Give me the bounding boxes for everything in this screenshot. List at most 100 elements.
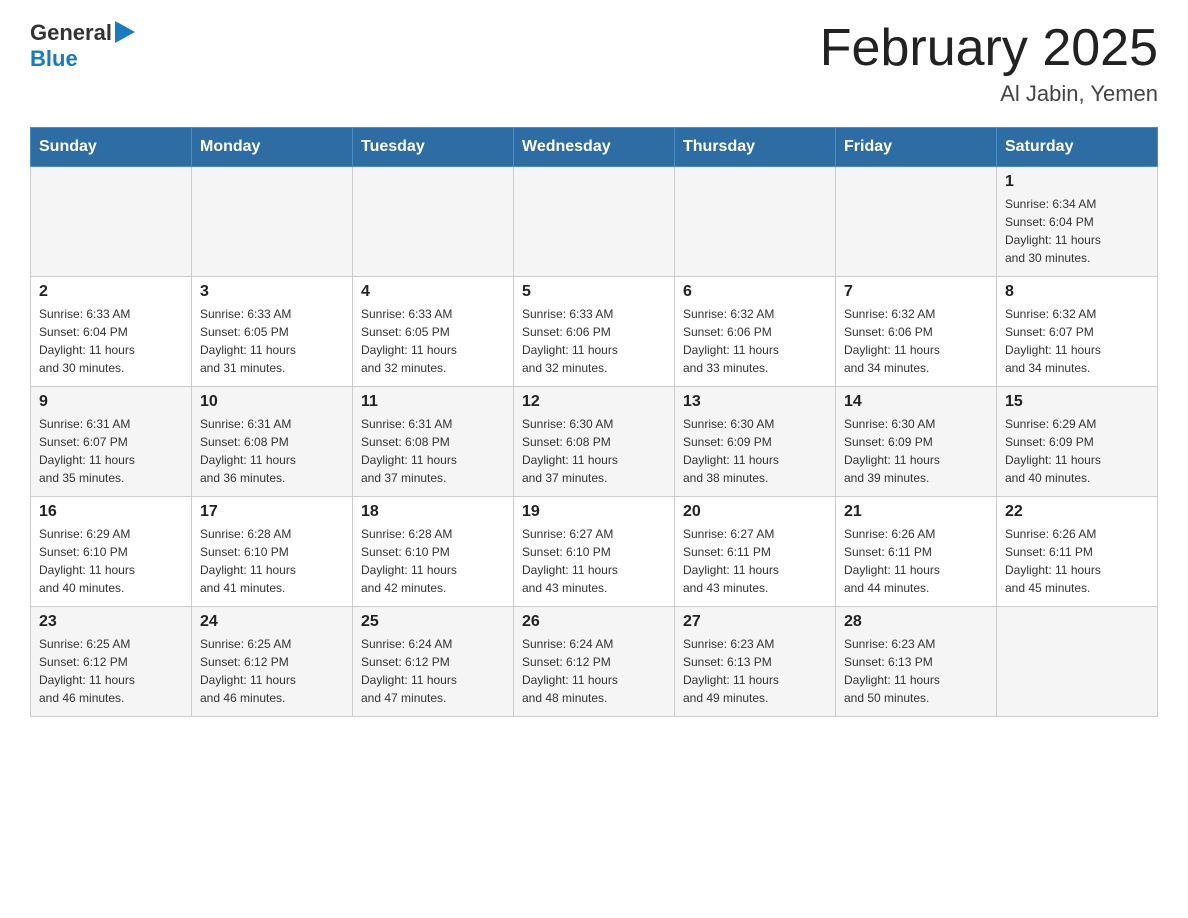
calendar-day-cell xyxy=(31,167,192,277)
calendar-day-cell: 28Sunrise: 6:23 AMSunset: 6:13 PMDayligh… xyxy=(836,607,997,717)
calendar-day-cell: 26Sunrise: 6:24 AMSunset: 6:12 PMDayligh… xyxy=(514,607,675,717)
calendar-day-cell: 20 Sunrise: 6:27 AMSunset: 6:11 PMDayligh… xyxy=(675,497,836,607)
day-number: 8 xyxy=(1005,283,1149,301)
logo-blue-text: Blue xyxy=(30,46,135,72)
logo-arrow-icon xyxy=(115,21,135,43)
calendar-day-cell: 3 Sunrise: 6:33 AMSunset: 6:05 PMDaylight… xyxy=(192,277,353,387)
calendar-day-cell: 10Sunrise: 6:31 AMSunset: 6:08 PMDayligh… xyxy=(192,387,353,497)
day-info: Sunrise: 6:23 AMSunset: 6:13 PMDaylight:… xyxy=(844,635,988,707)
calendar-header-thursday: Thursday xyxy=(675,128,836,167)
day-number: 4 xyxy=(361,283,505,301)
calendar-day-cell xyxy=(836,167,997,277)
calendar-day-cell: 7 Sunrise: 6:32 AMSunset: 6:06 PMDaylight… xyxy=(836,277,997,387)
day-info: Sunrise: 6:33 AMSunset: 6:04 PMDaylight:… xyxy=(39,305,183,377)
calendar-day-cell xyxy=(997,607,1158,717)
day-info: Sunrise: 6:33 AMSunset: 6:05 PMDaylight:… xyxy=(361,305,505,377)
calendar-day-cell: 12 Sunrise: 6:30 AMSunset: 6:08 PMDayligh… xyxy=(514,387,675,497)
day-number: 18 xyxy=(361,503,505,521)
day-number: 27 xyxy=(683,613,827,631)
day-info: Sunrise: 6:23 AMSunset: 6:13 PMDaylight:… xyxy=(683,635,827,707)
calendar-day-cell: 1 Sunrise: 6:34 AMSunset: 6:04 PMDaylight… xyxy=(997,167,1158,277)
day-number: 24 xyxy=(200,613,344,631)
day-info: Sunrise: 6:28 AMSunset: 6:10 PMDaylight:… xyxy=(361,525,505,597)
day-number: 25 xyxy=(361,613,505,631)
day-info: Sunrise: 6:29 AMSunset: 6:10 PMDaylight:… xyxy=(39,525,183,597)
calendar-day-cell: 2 Sunrise: 6:33 AMSunset: 6:04 PMDaylight… xyxy=(31,277,192,387)
day-number: 3 xyxy=(200,283,344,301)
calendar-day-cell xyxy=(675,167,836,277)
page-header: General Blue February 2025 Al Jabin, Yem… xyxy=(30,20,1158,107)
day-info: Sunrise: 6:34 AMSunset: 6:04 PMDaylight:… xyxy=(1005,195,1149,267)
day-number: 19 xyxy=(522,503,666,521)
calendar-header-row: SundayMondayTuesdayWednesdayThursdayFrid… xyxy=(31,128,1158,167)
calendar-week-row: 1 Sunrise: 6:34 AMSunset: 6:04 PMDaylight… xyxy=(31,167,1158,277)
day-number: 23 xyxy=(39,613,183,631)
calendar-day-cell: 25 Sunrise: 6:24 AMSunset: 6:12 PMDayligh… xyxy=(353,607,514,717)
calendar-header-sunday: Sunday xyxy=(31,128,192,167)
calendar-day-cell: 18 Sunrise: 6:28 AMSunset: 6:10 PMDayligh… xyxy=(353,497,514,607)
day-number: 14 xyxy=(844,393,988,411)
calendar-day-cell xyxy=(353,167,514,277)
day-info: Sunrise: 6:31 AMSunset: 6:08 PMDaylight:… xyxy=(200,415,344,487)
day-info: Sunrise: 6:33 AMSunset: 6:06 PMDaylight:… xyxy=(522,305,666,377)
calendar-table: SundayMondayTuesdayWednesdayThursdayFrid… xyxy=(30,127,1158,717)
calendar-day-cell: 13 Sunrise: 6:30 AMSunset: 6:09 PMDayligh… xyxy=(675,387,836,497)
day-info: Sunrise: 6:33 AMSunset: 6:05 PMDaylight:… xyxy=(200,305,344,377)
day-info: Sunrise: 6:31 AMSunset: 6:07 PMDaylight:… xyxy=(39,415,183,487)
day-info: Sunrise: 6:25 AMSunset: 6:12 PMDaylight:… xyxy=(39,635,183,707)
calendar-day-cell xyxy=(192,167,353,277)
day-number: 21 xyxy=(844,503,988,521)
day-number: 1 xyxy=(1005,173,1149,191)
day-info: Sunrise: 6:26 AMSunset: 6:11 PMDaylight:… xyxy=(844,525,988,597)
calendar-week-row: 2 Sunrise: 6:33 AMSunset: 6:04 PMDaylight… xyxy=(31,277,1158,387)
day-info: Sunrise: 6:32 AMSunset: 6:06 PMDaylight:… xyxy=(683,305,827,377)
day-info: Sunrise: 6:26 AMSunset: 6:11 PMDaylight:… xyxy=(1005,525,1149,597)
day-info: Sunrise: 6:27 AMSunset: 6:11 PMDaylight:… xyxy=(683,525,827,597)
calendar-week-row: 9 Sunrise: 6:31 AMSunset: 6:07 PMDaylight… xyxy=(31,387,1158,497)
day-number: 12 xyxy=(522,393,666,411)
day-info: Sunrise: 6:25 AMSunset: 6:12 PMDaylight:… xyxy=(200,635,344,707)
calendar-day-cell: 23 Sunrise: 6:25 AMSunset: 6:12 PMDayligh… xyxy=(31,607,192,717)
day-info: Sunrise: 6:27 AMSunset: 6:10 PMDaylight:… xyxy=(522,525,666,597)
day-info: Sunrise: 6:24 AMSunset: 6:12 PMDaylight:… xyxy=(361,635,505,707)
day-number: 11 xyxy=(361,393,505,411)
day-number: 16 xyxy=(39,503,183,521)
calendar-header-tuesday: Tuesday xyxy=(353,128,514,167)
calendar-week-row: 16 Sunrise: 6:29 AMSunset: 6:10 PMDayligh… xyxy=(31,497,1158,607)
calendar-day-cell: 4 Sunrise: 6:33 AMSunset: 6:05 PMDaylight… xyxy=(353,277,514,387)
calendar-header-saturday: Saturday xyxy=(997,128,1158,167)
calendar-day-cell: 15Sunrise: 6:29 AMSunset: 6:09 PMDayligh… xyxy=(997,387,1158,497)
day-number: 6 xyxy=(683,283,827,301)
day-number: 2 xyxy=(39,283,183,301)
day-info: Sunrise: 6:28 AMSunset: 6:10 PMDaylight:… xyxy=(200,525,344,597)
day-number: 7 xyxy=(844,283,988,301)
day-number: 15 xyxy=(1005,393,1149,411)
calendar-day-cell: 11 Sunrise: 6:31 AMSunset: 6:08 PMDayligh… xyxy=(353,387,514,497)
logo-general-text: General xyxy=(30,20,112,46)
day-info: Sunrise: 6:31 AMSunset: 6:08 PMDaylight:… xyxy=(361,415,505,487)
month-title: February 2025 xyxy=(820,20,1158,77)
day-info: Sunrise: 6:24 AMSunset: 6:12 PMDaylight:… xyxy=(522,635,666,707)
calendar-day-cell: 17Sunrise: 6:28 AMSunset: 6:10 PMDayligh… xyxy=(192,497,353,607)
calendar-day-cell: 24 Sunrise: 6:25 AMSunset: 6:12 PMDayligh… xyxy=(192,607,353,717)
day-number: 5 xyxy=(522,283,666,301)
calendar-day-cell: 19 Sunrise: 6:27 AMSunset: 6:10 PMDayligh… xyxy=(514,497,675,607)
calendar-day-cell: 21 Sunrise: 6:26 AMSunset: 6:11 PMDayligh… xyxy=(836,497,997,607)
day-info: Sunrise: 6:32 AMSunset: 6:06 PMDaylight:… xyxy=(844,305,988,377)
day-number: 22 xyxy=(1005,503,1149,521)
title-section: February 2025 Al Jabin, Yemen xyxy=(820,20,1158,107)
calendar-day-cell xyxy=(514,167,675,277)
day-info: Sunrise: 6:30 AMSunset: 6:08 PMDaylight:… xyxy=(522,415,666,487)
day-number: 20 xyxy=(683,503,827,521)
calendar-day-cell: 14 Sunrise: 6:30 AMSunset: 6:09 PMDayligh… xyxy=(836,387,997,497)
calendar-day-cell: 22 Sunrise: 6:26 AMSunset: 6:11 PMDayligh… xyxy=(997,497,1158,607)
day-info: Sunrise: 6:30 AMSunset: 6:09 PMDaylight:… xyxy=(683,415,827,487)
day-info: Sunrise: 6:30 AMSunset: 6:09 PMDaylight:… xyxy=(844,415,988,487)
calendar-week-row: 23 Sunrise: 6:25 AMSunset: 6:12 PMDayligh… xyxy=(31,607,1158,717)
calendar-day-cell: 6 Sunrise: 6:32 AMSunset: 6:06 PMDaylight… xyxy=(675,277,836,387)
day-number: 13 xyxy=(683,393,827,411)
calendar-day-cell: 16 Sunrise: 6:29 AMSunset: 6:10 PMDayligh… xyxy=(31,497,192,607)
day-number: 9 xyxy=(39,393,183,411)
calendar-header-monday: Monday xyxy=(192,128,353,167)
calendar-day-cell: 27 Sunrise: 6:23 AMSunset: 6:13 PMDayligh… xyxy=(675,607,836,717)
